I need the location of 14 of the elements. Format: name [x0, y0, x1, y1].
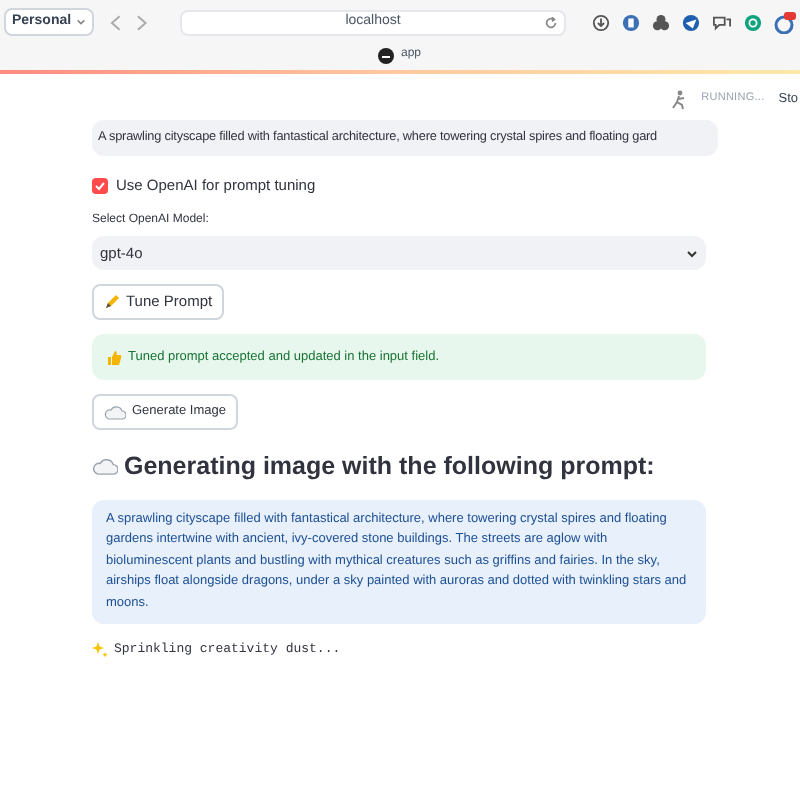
section-heading: Generating image with the following prompt:: [124, 450, 655, 484]
sparkle-icon: [92, 642, 108, 659]
chevron-down-icon: [75, 18, 86, 26]
app-icon: [378, 47, 395, 63]
cloud-icon: [92, 457, 118, 476]
download-icon[interactable]: [591, 13, 610, 31]
cloud-icon: [104, 405, 126, 419]
chevron-down-icon: [686, 249, 698, 257]
checkmark-icon: [94, 180, 106, 192]
thumbs-up-icon: [106, 349, 122, 365]
checkbox[interactable]: [92, 178, 108, 194]
reload-icon[interactable]: [543, 15, 558, 29]
pencil-icon: [104, 294, 120, 310]
running-figure-icon: [669, 89, 688, 109]
